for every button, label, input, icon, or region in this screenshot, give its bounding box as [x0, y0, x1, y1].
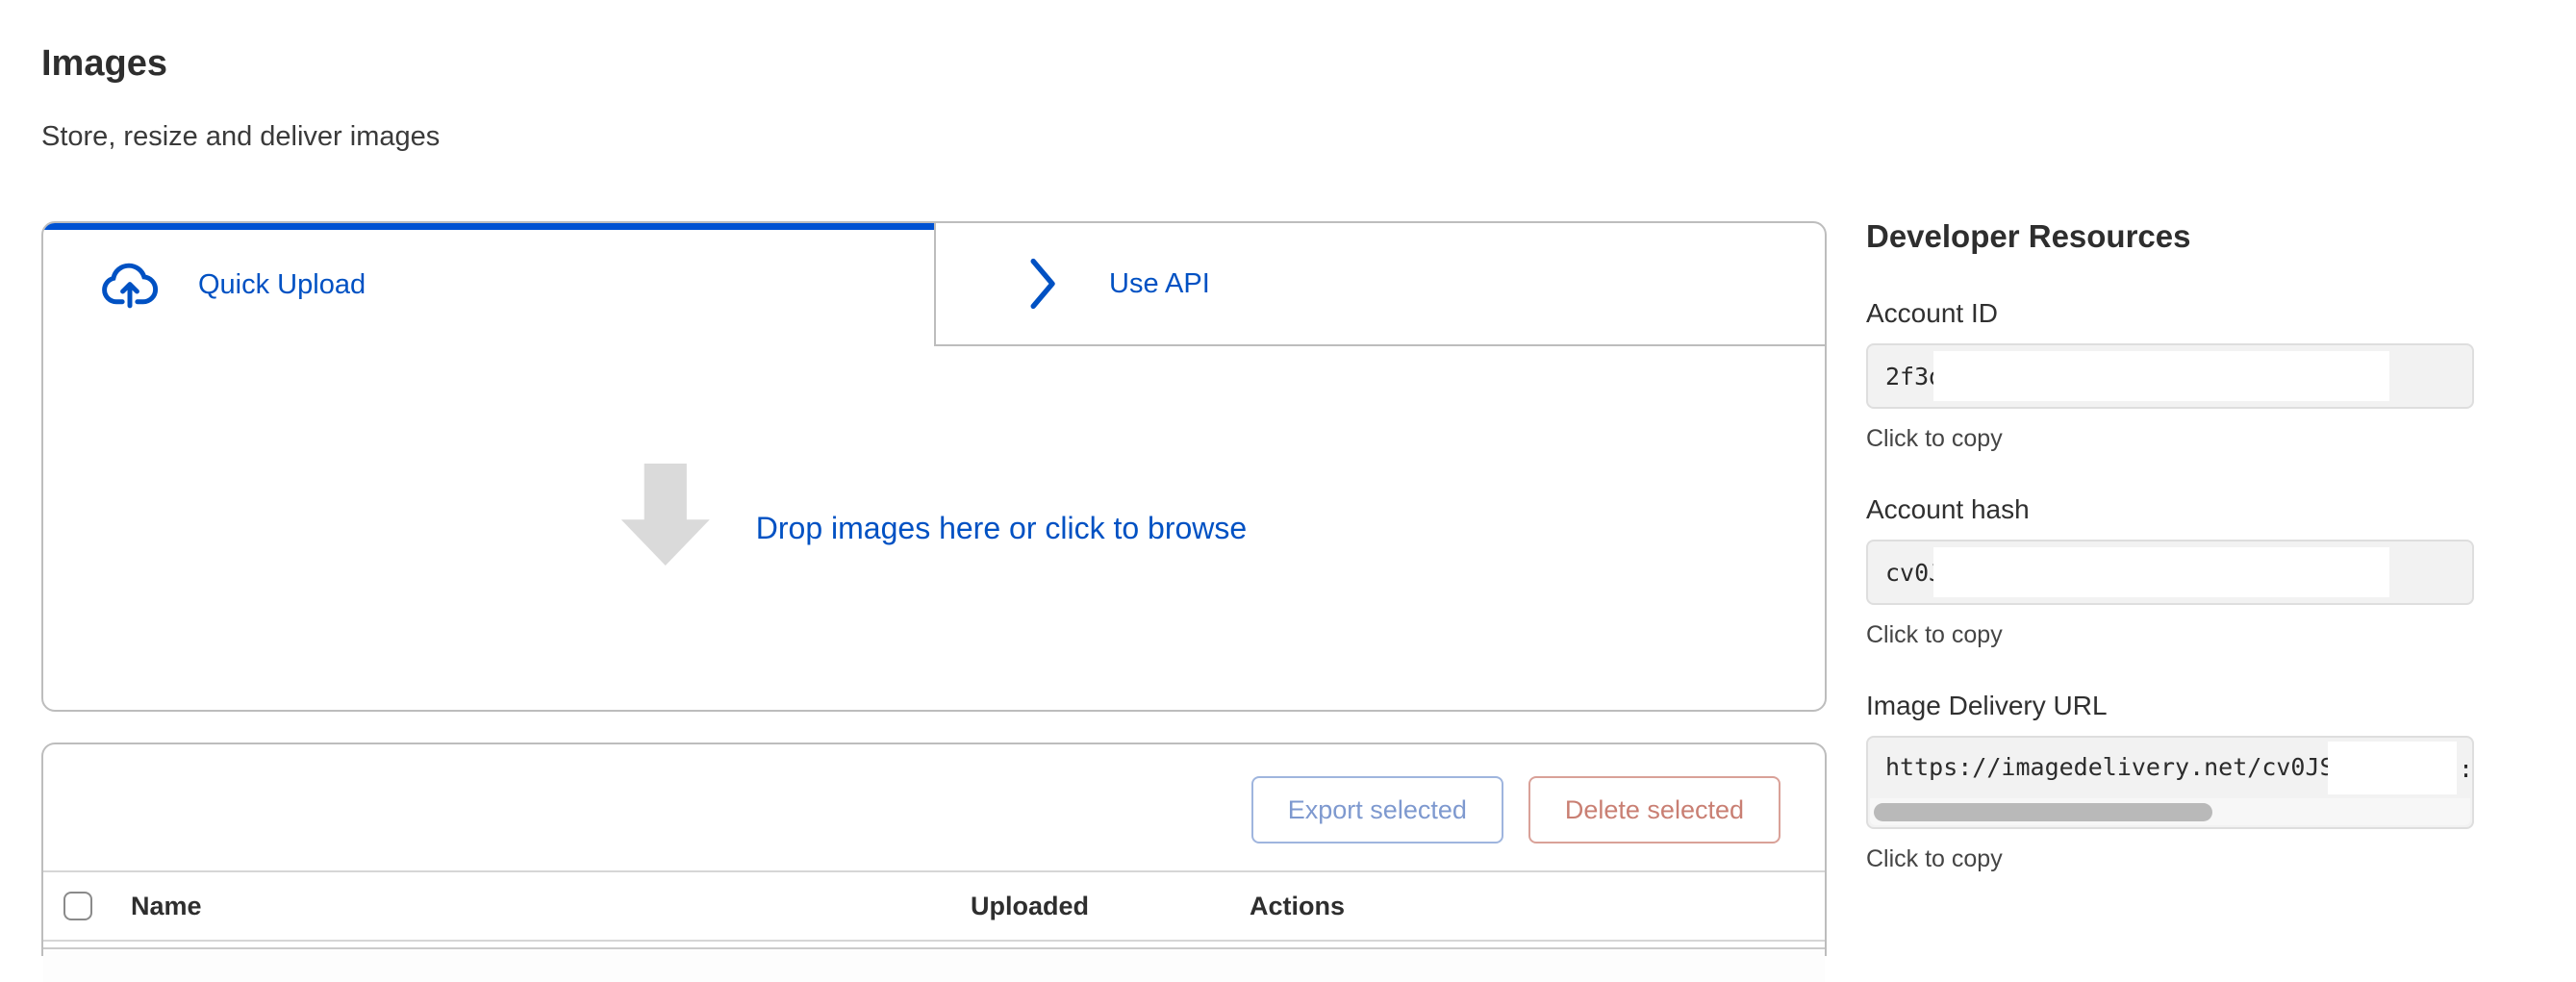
- account-id-label: Account ID: [1866, 297, 2474, 330]
- redaction-overlay: [1933, 351, 2389, 401]
- click-to-copy-hint: Click to copy: [1866, 424, 2474, 453]
- page-title: Images: [41, 42, 1827, 85]
- image-delivery-url-value: https://imagedelivery.net/cv0JSj: [1885, 753, 2349, 781]
- export-selected-button[interactable]: Export selected: [1251, 776, 1503, 844]
- click-to-copy-hint: Click to copy: [1866, 844, 2474, 873]
- account-id-section: Account ID 2f3d Click to copy: [1866, 297, 2474, 453]
- image-delivery-url-section: Image Delivery URL https://imagedelivery…: [1866, 690, 2474, 873]
- dropzone-label: Drop images here or click to browse: [756, 511, 1247, 546]
- column-header-name: Name: [131, 892, 971, 921]
- account-id-field[interactable]: 2f3d: [1866, 343, 2474, 409]
- upload-widget: Quick Upload Use API Drop images here or…: [41, 221, 1827, 712]
- table-header: Name Uploaded Actions: [43, 870, 1825, 942]
- column-header-actions: Actions: [1250, 892, 1825, 921]
- tab-quick-upload[interactable]: Quick Upload: [43, 223, 934, 346]
- image-list-panel: Export selected Delete selected Name Upl…: [41, 743, 1827, 956]
- redaction-overlay: [1933, 547, 2389, 597]
- image-delivery-url-field[interactable]: https://imagedelivery.net/cv0JSj :: [1866, 736, 2474, 829]
- click-to-copy-hint: Click to copy: [1866, 620, 2474, 649]
- page-subtitle: Store, resize and deliver images: [41, 119, 1827, 154]
- column-header-uploaded: Uploaded: [971, 892, 1250, 921]
- table-row: [43, 947, 1825, 982]
- delete-selected-button[interactable]: Delete selected: [1528, 776, 1780, 844]
- horizontal-scrollbar-track: [1870, 798, 2470, 825]
- chevron-right-icon: [1026, 256, 1061, 312]
- image-delivery-url-tail: :: [2459, 755, 2468, 783]
- select-all-checkbox[interactable]: [63, 892, 92, 920]
- tab-quick-upload-label: Quick Upload: [198, 269, 366, 301]
- upload-tabs: Quick Upload Use API: [43, 223, 1825, 346]
- image-delivery-url-label: Image Delivery URL: [1866, 690, 2474, 722]
- account-hash-section: Account hash cv0J Click to copy: [1866, 493, 2474, 649]
- tab-use-api-label: Use API: [1109, 268, 1210, 300]
- tab-use-api[interactable]: Use API: [934, 223, 1825, 346]
- horizontal-scrollbar-thumb[interactable]: [1874, 803, 2212, 821]
- block-arrow-down-icon: [621, 464, 710, 566]
- developer-resources-panel: Developer Resources Account ID 2f3d Clic…: [1866, 0, 2474, 873]
- account-hash-field[interactable]: cv0J: [1866, 540, 2474, 605]
- main-column: Images Store, resize and deliver images …: [41, 0, 1827, 956]
- account-hash-label: Account hash: [1866, 493, 2474, 526]
- redaction-overlay: [2328, 742, 2457, 794]
- cloud-upload-icon: [98, 261, 162, 309]
- list-toolbar: Export selected Delete selected: [43, 744, 1825, 870]
- image-dropzone[interactable]: Drop images here or click to browse: [43, 346, 1825, 710]
- developer-resources-heading: Developer Resources: [1866, 216, 2474, 257]
